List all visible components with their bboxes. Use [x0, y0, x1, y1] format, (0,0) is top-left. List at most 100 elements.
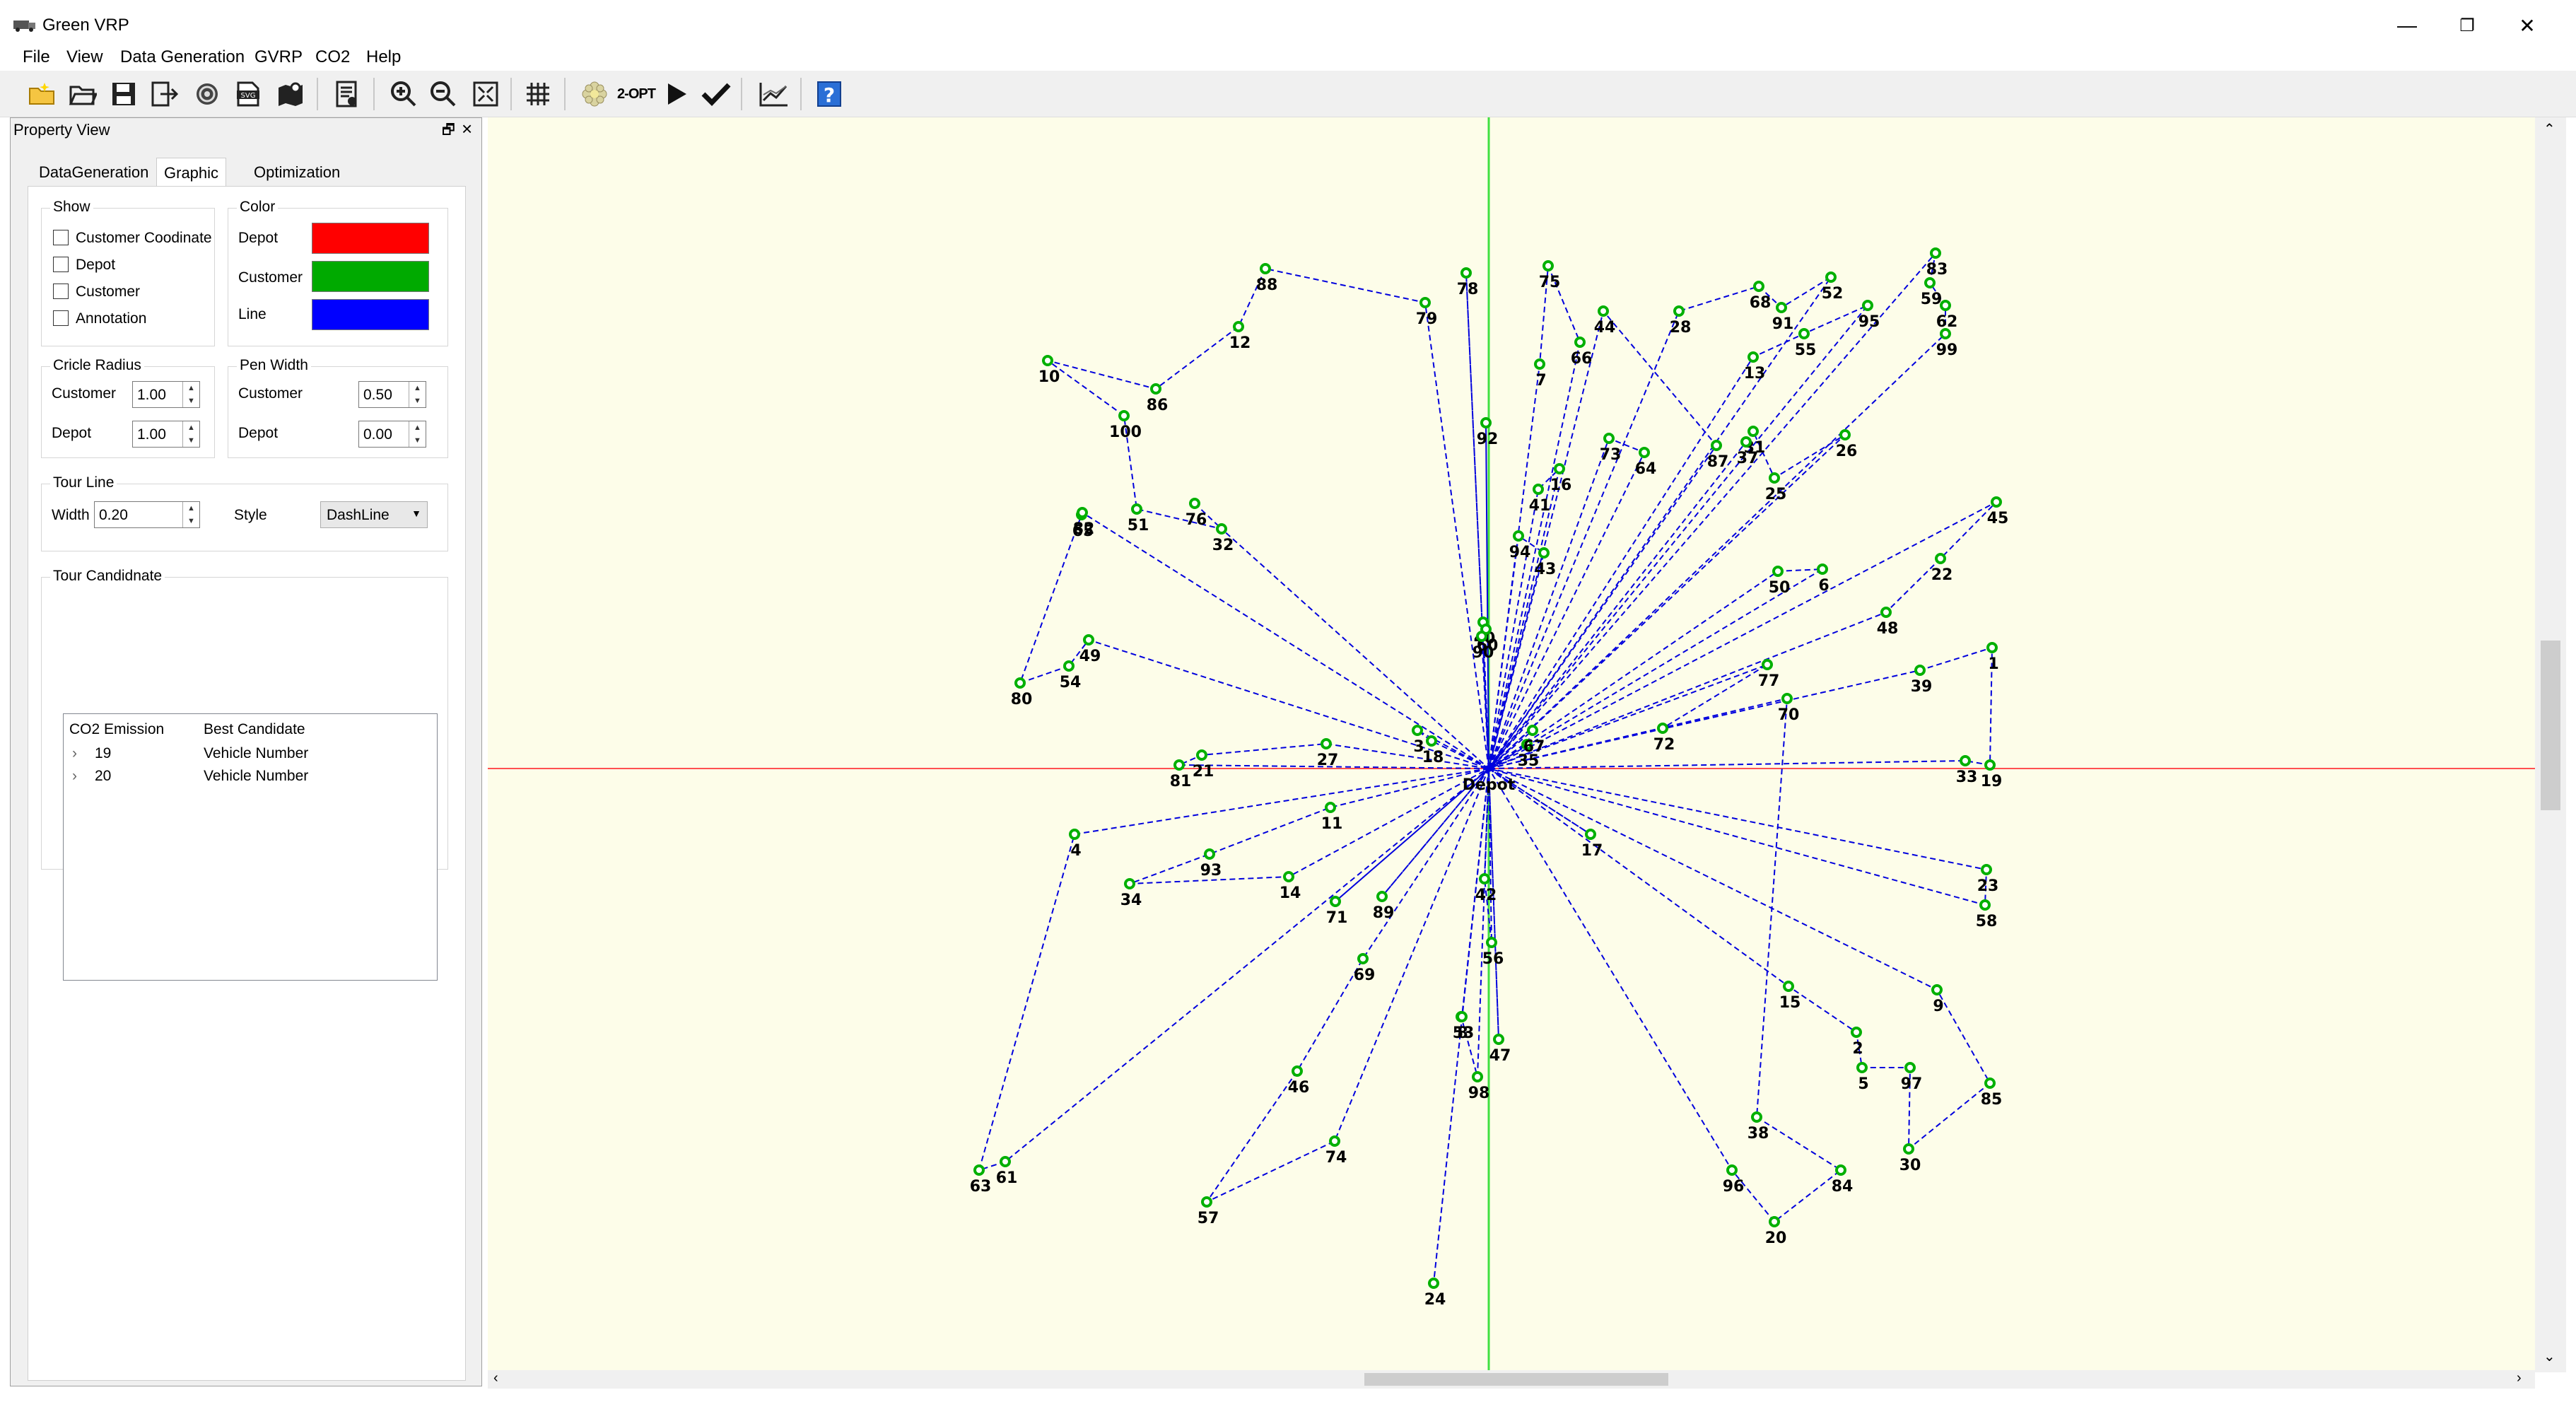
scroll-right-icon[interactable]: › [2517, 1370, 2522, 1386]
zoom-in-button[interactable] [387, 78, 420, 110]
customer-label: 52 [1822, 285, 1844, 303]
line-style-select[interactable]: DashLine ▼ [320, 501, 428, 528]
customer-node [1880, 607, 1892, 618]
customer-node [1201, 1196, 1212, 1208]
run-button[interactable] [660, 78, 693, 110]
close-window-button[interactable]: ✕ [2502, 8, 2552, 42]
customer-label: 32 [1212, 537, 1234, 554]
minimize-button[interactable]: — [2382, 8, 2432, 42]
spin-arrows-icon[interactable]: ▲ ▼ [409, 421, 426, 447]
depot-color-swatch[interactable] [312, 223, 429, 254]
customer-color-swatch[interactable] [312, 261, 429, 292]
tree-row[interactable]: › 20 Vehicle Number [64, 766, 437, 789]
customer-node [1772, 566, 1784, 577]
annotation-checkbox[interactable] [53, 310, 69, 326]
menu-file[interactable]: File [18, 46, 54, 69]
scroll-down-icon[interactable]: ⌄ [2543, 1348, 2555, 1365]
expand-arrow-icon[interactable]: › [72, 768, 77, 785]
tour-candidate-tree[interactable]: CO2 Emission Best Candidate › 19 Vehicle… [63, 713, 438, 981]
globe-icon [197, 83, 218, 105]
customer-node [1776, 302, 1787, 313]
map-icon [279, 82, 303, 106]
new-file-button[interactable] [25, 78, 58, 110]
menu-co2[interactable]: CO2 [311, 46, 354, 69]
customer-node [1673, 305, 1685, 317]
customer-label: 20 [1765, 1229, 1787, 1247]
svg-export-button[interactable]: SVG [232, 78, 264, 110]
depot-checkbox[interactable] [53, 257, 69, 272]
restore-button[interactable]: ❐ [2442, 8, 2492, 42]
menu-view[interactable]: View [62, 46, 107, 69]
open-button[interactable] [66, 78, 99, 110]
export-button[interactable] [148, 78, 181, 110]
vertical-scroll-thumb[interactable] [2541, 641, 2560, 810]
customer-node [1991, 496, 2002, 508]
two-opt-button[interactable]: 2-OPT [616, 78, 656, 110]
scroll-up-icon[interactable]: ⌃ [2543, 120, 2555, 138]
play-icon [668, 83, 686, 105]
customer-node [1935, 553, 1946, 564]
customer-label: 74 [1325, 1149, 1347, 1167]
customer-coordinate-checkbox[interactable] [53, 230, 69, 245]
customer-label: 67 [1523, 738, 1545, 756]
vertical-scrollbar[interactable]: ⌃ ⌄ [2535, 117, 2566, 1372]
customer-node [1851, 1027, 1862, 1038]
save-button[interactable] [107, 78, 140, 110]
customer-node [1321, 738, 1332, 749]
chart-button[interactable] [758, 78, 790, 110]
zoom-out-button[interactable] [427, 78, 459, 110]
line-width-spinbox[interactable]: 0.20 ▲ ▼ [94, 501, 200, 528]
customer-label: 82 [1073, 520, 1095, 538]
spin-arrows-icon[interactable]: ▲ ▼ [182, 382, 199, 407]
fit-view-button[interactable] [469, 78, 502, 110]
customer-label: 86 [1147, 397, 1169, 414]
column-header-co2[interactable]: CO2 Emission [69, 721, 164, 738]
customer-checkbox[interactable] [53, 284, 69, 299]
column-header-candidate[interactable]: Best Candidate [204, 721, 305, 738]
menu-data-generation[interactable]: Data Generation [116, 46, 249, 69]
customer-pen-spinbox[interactable]: 0.50 ▲ ▼ [358, 381, 426, 408]
spin-arrows-icon[interactable]: ▲ ▼ [409, 382, 426, 407]
map-button[interactable] [274, 78, 307, 110]
customer-node [1534, 358, 1545, 370]
route-plot[interactable]: 1234567891011121314151617181920212223242… [488, 117, 2535, 1370]
customer-node [1063, 660, 1075, 672]
route-canvas[interactable]: 1 2 3 4 5 6 7 8 9 10 11 12 13 14 15 16 17 18 19 20 21 22 23 24 2… [488, 117, 2566, 1386]
customer-node [1083, 634, 1094, 645]
depot-radius-spinbox[interactable]: 1.00 ▲ ▼ [132, 421, 200, 448]
menu-help[interactable]: Help [362, 46, 405, 69]
scroll-left-icon[interactable]: ‹ [493, 1370, 498, 1386]
settings-button[interactable] [331, 78, 363, 110]
panel-title: Property View [13, 121, 110, 139]
spin-arrows-icon[interactable]: ▲ ▼ [182, 421, 199, 447]
horizontal-scroll-thumb[interactable] [1364, 1373, 1668, 1386]
float-panel-button[interactable]: 🗗 [442, 119, 457, 138]
customer-label: 10 [1038, 368, 1060, 386]
customer-label: 1 [1988, 655, 1998, 673]
spin-arrows-icon[interactable]: ▲ ▼ [182, 502, 199, 527]
plot-background [488, 117, 2535, 1370]
customer-label: 92 [1477, 431, 1499, 448]
close-panel-button[interactable]: × [462, 118, 480, 139]
customer-radius-spinbox[interactable]: 1.00 ▲ ▼ [132, 381, 200, 408]
depot-pen-spinbox[interactable]: 0.00 ▲ ▼ [358, 421, 426, 448]
generate-button[interactable] [578, 78, 611, 110]
globe-button[interactable] [191, 78, 223, 110]
pen-width-group: Pen Width Customer 0.50 ▲ ▼ Depot 0.00 ▲ ▼ [228, 357, 448, 458]
tab-optimization[interactable]: Optimization [247, 158, 347, 186]
validate-button[interactable] [700, 78, 732, 110]
tab-graphic[interactable]: Graphic [156, 158, 227, 186]
customer-node [1014, 677, 1026, 689]
customer-node [1196, 749, 1207, 761]
horizontal-scrollbar[interactable]: ‹ › [488, 1370, 2535, 1389]
grid-toggle-button[interactable] [522, 78, 554, 110]
expand-arrow-icon[interactable]: › [72, 745, 77, 762]
menu-gvrp[interactable]: GVRP [250, 46, 307, 69]
help-button[interactable]: ? [813, 78, 845, 110]
customer-label: 44 [1594, 319, 1616, 337]
customer-label: 72 [1653, 736, 1675, 754]
tab-data-generation[interactable]: DataGeneration [32, 158, 156, 186]
line-color-swatch[interactable] [312, 299, 429, 330]
customer-node [1493, 1034, 1504, 1045]
tree-row[interactable]: › 19 Vehicle Number [64, 744, 437, 766]
